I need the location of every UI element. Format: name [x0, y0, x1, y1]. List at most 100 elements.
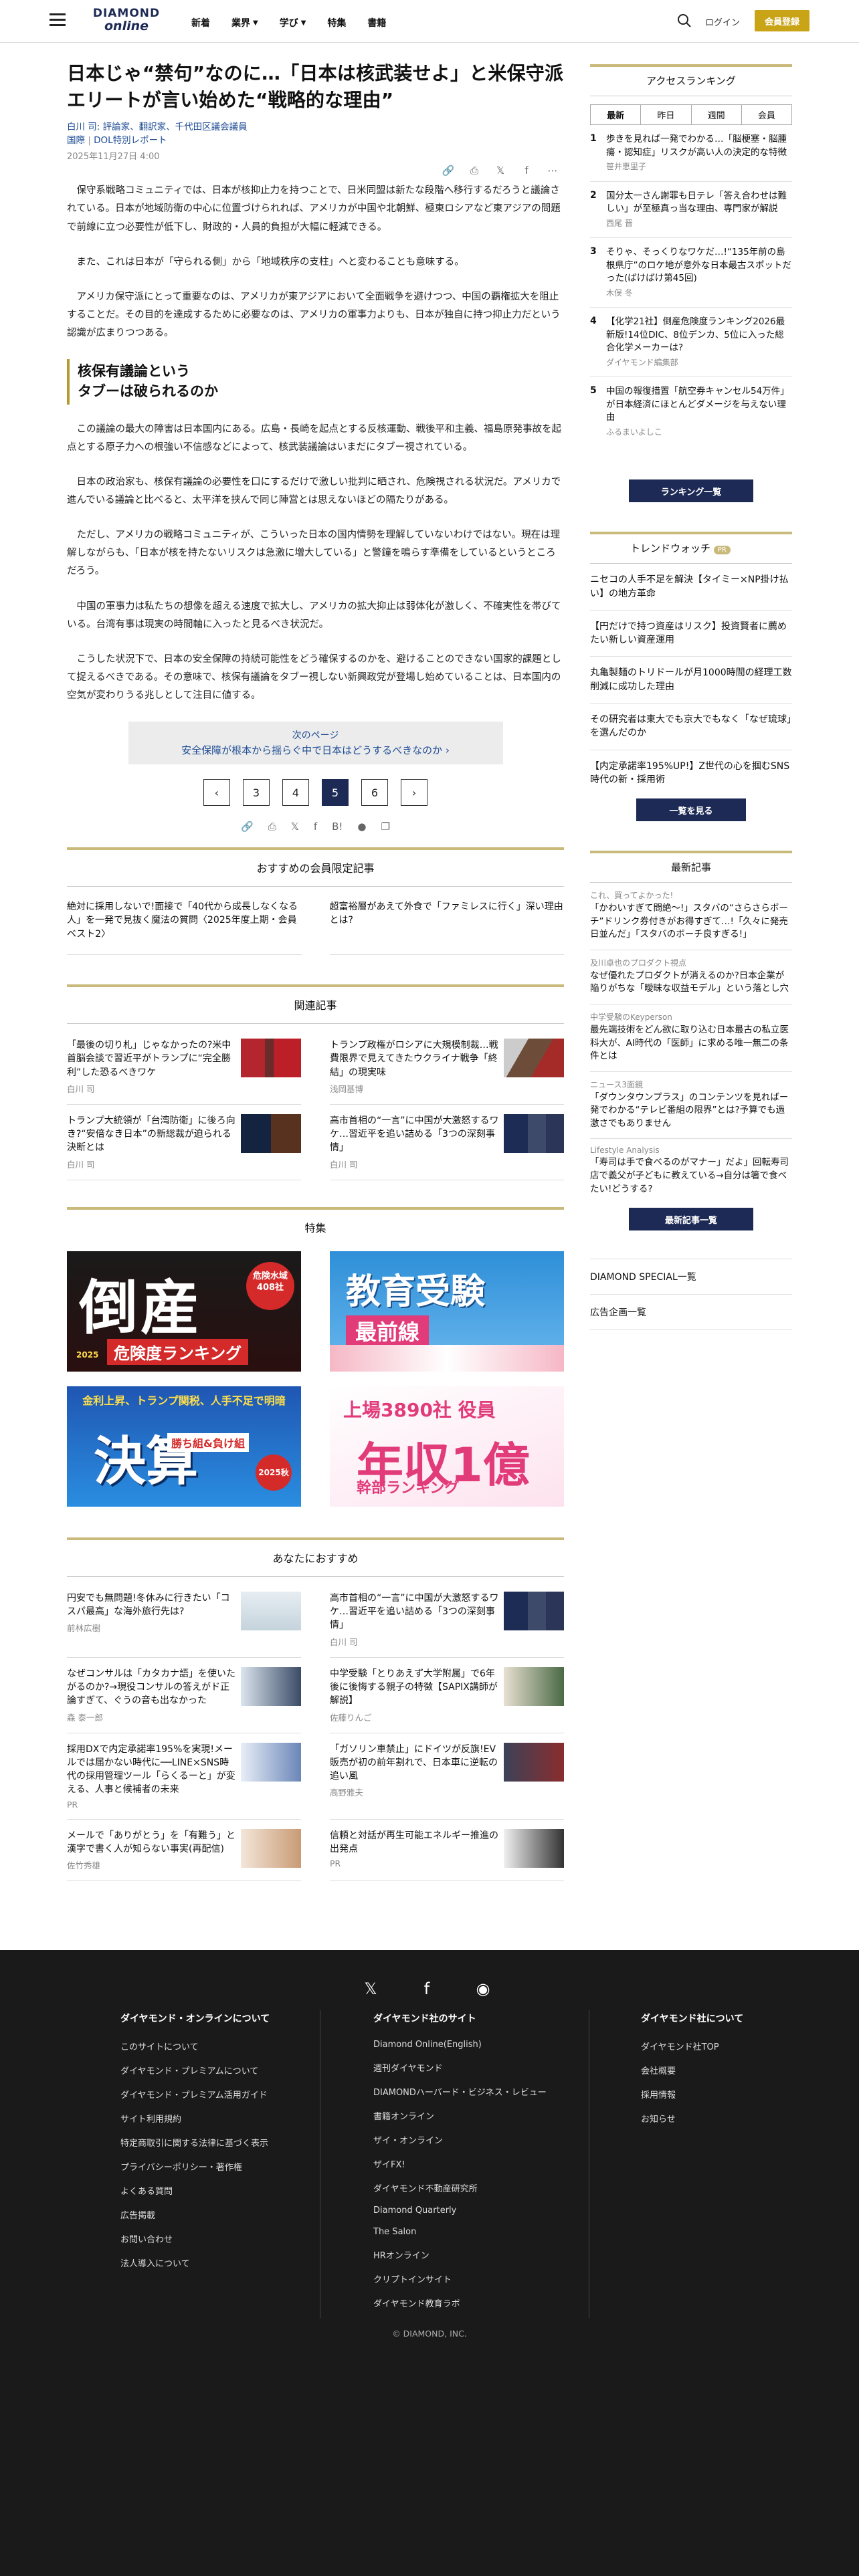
page-4[interactable]: 4 — [282, 779, 309, 807]
footer-link[interactable]: ザイ・オンライン — [373, 2133, 547, 2146]
nav-item-books[interactable]: 書籍 — [367, 16, 386, 29]
link-icon[interactable]: 🔗 — [442, 164, 455, 177]
facebook-icon[interactable]: f — [520, 164, 533, 177]
recommend-article[interactable]: 円安でも無問題!冬休みに行きたい「コスパ最高」な海外旅行先は? 前林広樹 — [67, 1591, 301, 1658]
print-icon[interactable]: ⎙ — [468, 164, 481, 177]
nav-item-feature[interactable]: 特集 — [327, 16, 346, 29]
related-article[interactable]: 高市首相の“一言”に中国が大激怒するワケ…習近平を追い詰める「3つの深刻事情」白… — [330, 1113, 564, 1180]
footer-link[interactable]: ダイヤモンド・プレミアムについて — [120, 2064, 270, 2076]
menu-icon[interactable] — [50, 13, 66, 27]
ranking-item[interactable]: 5 中国の報復措置「航空券キャンセル54万件」が日本経済にほとんどダメージを与えな… — [590, 377, 792, 446]
feature-banner-education[interactable]: 教育受験 最前線 — [330, 1251, 564, 1372]
recommend-article[interactable]: メールで「ありがとう」を「有難う」と漢字で書く人が知らない事実(再配信) 佐竹秀雄 — [67, 1828, 301, 1882]
footer-link[interactable]: ダイヤモンド不動産研究所 — [373, 2181, 547, 2194]
footer-link[interactable]: 採用情報 — [641, 2088, 743, 2101]
category-link[interactable]: 国際 — [67, 135, 85, 146]
latest-list-button[interactable]: 最新記事一覧 — [629, 1208, 753, 1231]
footer-link[interactable]: 書籍オンライン — [373, 2109, 547, 2122]
page-5-current[interactable]: 5 — [322, 779, 349, 807]
facebook-icon[interactable]: f — [314, 821, 317, 833]
ad-list-link[interactable]: 広告企画一覧 — [590, 1295, 792, 1331]
latest-item[interactable]: これ、買ってよかった! 「かわいすぎて問絶〜!」スタバの“さらさらボーチ”ドリンク… — [590, 883, 792, 950]
recommend-article[interactable]: なぜコンサルは「カタカナ語」を使いたがるのか?→現役コンサルの答えがド正論すぎて… — [67, 1667, 301, 1733]
nav-item-industry[interactable]: 業界 ▼ — [231, 16, 258, 29]
footer-link[interactable]: HRオンライン — [373, 2248, 547, 2261]
footer-link[interactable]: 広告掲載 — [120, 2208, 270, 2221]
footer-link[interactable]: The Salon — [373, 2227, 547, 2237]
ranking-item[interactable]: 4 【化学21社】倒産危険度ランキング2026最新版!14位DIC、8位デンカ、5… — [590, 308, 792, 378]
series-link[interactable]: DOL特別レポート — [94, 135, 167, 146]
recommend-article[interactable]: 中学受験「とりあえず大学附属」で6年後に後悔する親子の特徴【SAPIX講師が解説… — [330, 1667, 564, 1733]
x-icon[interactable]: 𝕏 — [291, 821, 299, 833]
recommend-article[interactable]: 採用DXで内定承諾率195%を実現!メールでは届かない時代に──LINE×SNS… — [67, 1742, 301, 1820]
page-6[interactable]: 6 — [361, 779, 388, 807]
related-article[interactable]: トランプ大統領が「台湾防衛」に後ろ向き?“安倍なき日本”の新総裁が迫られる決断と… — [67, 1113, 301, 1180]
register-button[interactable]: 会員登録 — [755, 10, 809, 31]
footer-link[interactable]: ダイヤモンド社TOP — [641, 2040, 743, 2052]
trend-item[interactable]: ニセコの人手不足を解決【タイミー×NP掛け払い】の地方革命 — [590, 564, 792, 611]
ranking-item[interactable]: 1 歩きを見れば一発でわかる…「脳梗塞・脳腫瘍・認知症」リスクが高い人の決定的な特… — [590, 125, 792, 182]
recommend-article[interactable]: 高市首相の“一言”に中国が大激怒するワケ…習近平を追い詰める「3つの深刻事情」白… — [330, 1591, 564, 1658]
more-icon[interactable]: ⋯ — [546, 164, 559, 177]
next-page-icon[interactable]: › — [401, 779, 427, 807]
article-author[interactable]: 白川 司: 評論家、翻訳家、千代田区議会議員 — [67, 120, 564, 134]
footer-link[interactable]: プライバシーポリシー・著作権 — [120, 2160, 270, 2173]
line-icon[interactable]: ● — [357, 821, 366, 833]
footer-link[interactable]: 法人導入について — [120, 2256, 270, 2269]
recommend-article[interactable]: 「ガソリン車禁止」にドイツが反旗!EV販売が初の前年割れで、日本車に逆転の追い風… — [330, 1742, 564, 1820]
nav-item-learning[interactable]: 学び ▼ — [280, 16, 306, 29]
x-icon[interactable]: 𝕏 — [363, 1979, 379, 1998]
footer-link[interactable]: このサイトについて — [120, 2040, 270, 2052]
copy-icon[interactable]: ❐ — [381, 821, 390, 833]
trend-list-button[interactable]: 一覧を見る — [636, 798, 746, 822]
trend-item[interactable]: 丸亀製麺のトリドールが月1000時間の経理工数削減に成功した理由 — [590, 657, 792, 704]
footer-link[interactable]: 週刊ダイヤモンド — [373, 2061, 547, 2074]
footer-link[interactable]: ダイヤモンド教育ラボ — [373, 2296, 547, 2309]
footer-link[interactable]: よくある質問 — [120, 2184, 270, 2197]
hatena-icon[interactable]: B! — [332, 821, 343, 833]
footer-link[interactable]: Diamond Online(English) — [373, 2040, 547, 2050]
latest-item[interactable]: ニュース3面鏡 「ダウンタウンプラス」のコンテンツを見ればー発でわかる“テレビ番組… — [590, 1072, 792, 1140]
x-icon[interactable]: 𝕏 — [494, 164, 507, 177]
footer-link[interactable]: 特定商取引に関する法律に基づく表示 — [120, 2136, 270, 2149]
latest-item[interactable]: Lifestyle Analysis 「寿司は手で食べるのがマナー」だよ」回転寿司… — [590, 1139, 792, 1204]
feature-banner-earnings[interactable]: 金利上昇、トランプ関税、人手不足で明暗 決算 勝ち組&負け組 2025秋 — [67, 1386, 301, 1507]
footer-link[interactable]: お知らせ — [641, 2112, 743, 2125]
next-page-link[interactable]: 次のページ 安全保障が根本から揺らぐ中で日本はどうするべきなのか › — [128, 722, 503, 765]
trend-item[interactable]: 【円だけで持つ資産はリスク】投資賢者に薦めたい新しい資産運用 — [590, 611, 792, 657]
diamond-special-link[interactable]: DIAMOND SPECIAL一覧 — [590, 1259, 792, 1295]
print-icon[interactable]: ⎙ — [268, 821, 276, 833]
ranking-item[interactable]: 3 そりゃ、そっくりなワケだ…!“135年前の島根県庁”のロケ地が意外な日本最古ス… — [590, 238, 792, 308]
site-logo[interactable]: DIAMOND online — [90, 8, 163, 33]
trend-item[interactable]: 【内定承諾率195%UP!】Z世代の心を掴むSNS時代の新・採用術 — [590, 750, 792, 796]
latest-item[interactable]: 中学受験のKeyperson 最先端技術をどん欲に取り込む日本最古の私立医科大が、… — [590, 1004, 792, 1072]
link-icon[interactable]: 🔗 — [241, 821, 254, 833]
nav-item-new[interactable]: 新着 — [191, 16, 210, 29]
trend-item[interactable]: その研究者は東大でも京大でもなく「なぜ琉球」を選んだのか — [590, 704, 792, 750]
related-article[interactable]: トランプ政権がロシアに大規模制裁…戦費限界で見えてきたウクライナ戦争「終結」の現… — [330, 1038, 564, 1105]
ranking-list-button[interactable]: ランキング一覧 — [629, 479, 753, 503]
tab-member[interactable]: 会員 — [742, 105, 791, 124]
footer-link[interactable]: Diamond Quarterly — [373, 2206, 547, 2216]
prev-page-icon[interactable]: ‹ — [203, 779, 230, 807]
footer-link[interactable]: お問い合わせ — [120, 2232, 270, 2245]
ranking-item[interactable]: 2 国分太一さん謝罪も日テレ「答え合わせは難しい」が至極真っ当な理由、専門家が解説… — [590, 182, 792, 239]
rss-icon[interactable]: ◉ — [475, 1979, 491, 1998]
footer-link[interactable]: サイト利用規約 — [120, 2112, 270, 2125]
tab-yesterday[interactable]: 昨日 — [641, 105, 692, 124]
facebook-icon[interactable]: f — [419, 1979, 435, 1998]
footer-link[interactable]: クリプトインサイト — [373, 2272, 547, 2285]
related-article[interactable]: 「最後の切り札」じゃなかったの?米中首脳会談で習近平がトランプに“完全勝利”した… — [67, 1038, 301, 1105]
footer-link[interactable]: ザイFX! — [373, 2157, 547, 2170]
footer-link[interactable]: DIAMONDハーバード・ビジネス・レビュー — [373, 2085, 547, 2098]
tab-weekly[interactable]: 週間 — [692, 105, 742, 124]
footer-link[interactable]: 会社概要 — [641, 2064, 743, 2076]
page-3[interactable]: 3 — [243, 779, 270, 807]
member-article-link[interactable]: 絶対に採用しないで!面接で「40代から成長しなくなる人」を一発で見抜く魔法の質問… — [67, 900, 302, 955]
login-link[interactable]: ログイン — [705, 15, 740, 28]
tab-latest[interactable]: 最新 — [591, 105, 642, 124]
feature-banner-salary[interactable]: 上場3890社 役員 年収1億 幹部ランキング — [330, 1386, 564, 1507]
recommend-article[interactable]: 信頼と対話が再生可能エネルギー推進の出発点 PR — [330, 1828, 564, 1882]
search-icon[interactable] — [677, 13, 692, 28]
feature-banner-bankruptcy[interactable]: 倒産 危険水域 408社 2025 危険度ランキング — [67, 1251, 301, 1372]
